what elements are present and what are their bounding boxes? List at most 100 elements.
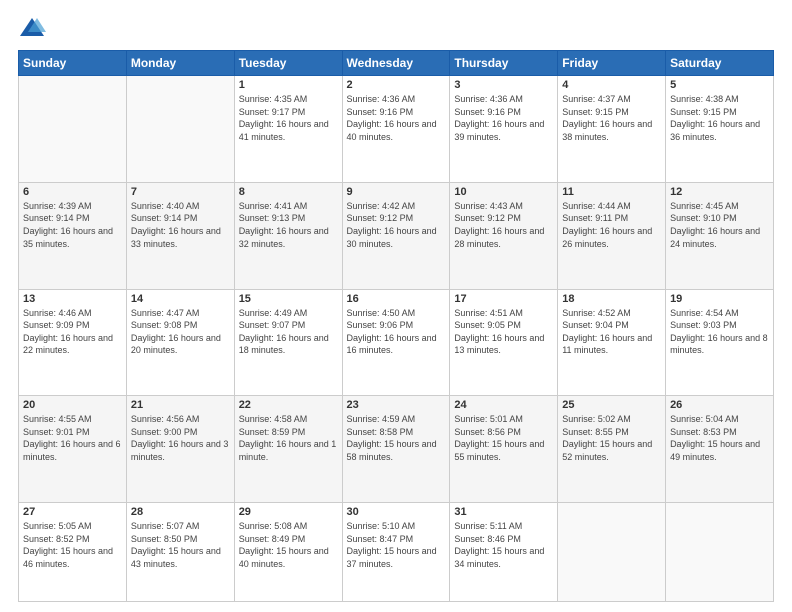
day-number: 31 (454, 506, 553, 518)
day-number: 13 (23, 293, 122, 305)
calendar-cell: 12 Sunrise: 4:45 AMSunset: 9:10 PMDayligh… (666, 182, 774, 289)
calendar-cell: 9 Sunrise: 4:42 AMSunset: 9:12 PMDaylight… (342, 182, 450, 289)
calendar-header-tuesday: Tuesday (234, 51, 342, 76)
day-info: Sunrise: 4:50 AMSunset: 9:06 PMDaylight:… (347, 307, 446, 357)
calendar-cell: 20Sunrise: 4:55 AMSunset: 9:01 PMDayligh… (19, 396, 127, 503)
day-info: Sunrise: 4:39 AMSunset: 9:14 PMDaylight:… (23, 200, 122, 250)
day-number: 9 (347, 186, 446, 198)
day-number: 16 (347, 293, 446, 305)
calendar-week-row: 13 Sunrise: 4:46 AMSunset: 9:09 PMDayligh… (19, 289, 774, 396)
day-info: Sunrise: 4:41 AMSunset: 9:13 PMDaylight:… (239, 200, 338, 250)
day-number: 14 (131, 293, 230, 305)
calendar-header-sunday: Sunday (19, 51, 127, 76)
day-number: 6 (23, 186, 122, 198)
calendar-cell: 7Sunrise: 4:40 AMSunset: 9:14 PMDaylight… (126, 182, 234, 289)
header (18, 14, 774, 42)
calendar-cell: 28Sunrise: 5:07 AMSunset: 8:50 PMDayligh… (126, 503, 234, 602)
day-number: 26 (670, 399, 769, 411)
calendar-cell: 24 Sunrise: 5:01 AMSunset: 8:56 PMDayligh… (450, 396, 558, 503)
day-info: Sunrise: 4:42 AMSunset: 9:12 PMDaylight:… (347, 200, 446, 250)
calendar-cell: 30 Sunrise: 5:10 AMSunset: 8:47 PMDayligh… (342, 503, 450, 602)
day-number: 2 (347, 79, 446, 91)
day-number: 4 (562, 79, 661, 91)
calendar-cell: 18 Sunrise: 4:52 AMSunset: 9:04 PMDayligh… (558, 289, 666, 396)
day-number: 23 (347, 399, 446, 411)
calendar-week-row: 20Sunrise: 4:55 AMSunset: 9:01 PMDayligh… (19, 396, 774, 503)
calendar-cell: 19 Sunrise: 4:54 AMSunset: 9:03 PMDayligh… (666, 289, 774, 396)
day-info: Sunrise: 4:47 AMSunset: 9:08 PMDaylight:… (131, 307, 230, 357)
calendar-cell: 16 Sunrise: 4:50 AMSunset: 9:06 PMDayligh… (342, 289, 450, 396)
calendar-cell: 26 Sunrise: 5:04 AMSunset: 8:53 PMDayligh… (666, 396, 774, 503)
calendar-cell (666, 503, 774, 602)
calendar-week-row: 6 Sunrise: 4:39 AMSunset: 9:14 PMDaylight… (19, 182, 774, 289)
calendar-cell: 5 Sunrise: 4:38 AMSunset: 9:15 PMDaylight… (666, 76, 774, 183)
day-number: 19 (670, 293, 769, 305)
calendar-cell: 8 Sunrise: 4:41 AMSunset: 9:13 PMDaylight… (234, 182, 342, 289)
calendar-table: SundayMondayTuesdayWednesdayThursdayFrid… (18, 50, 774, 602)
day-number: 5 (670, 79, 769, 91)
day-info: Sunrise: 4:54 AMSunset: 9:03 PMDaylight:… (670, 307, 769, 357)
day-info: Sunrise: 4:58 AMSunset: 8:59 PMDaylight:… (239, 413, 338, 463)
day-number: 17 (454, 293, 553, 305)
day-number: 24 (454, 399, 553, 411)
day-info: Sunrise: 5:04 AMSunset: 8:53 PMDaylight:… (670, 413, 769, 463)
day-info: Sunrise: 4:37 AMSunset: 9:15 PMDaylight:… (562, 93, 661, 143)
day-info: Sunrise: 4:59 AMSunset: 8:58 PMDaylight:… (347, 413, 446, 463)
calendar-cell: 22 Sunrise: 4:58 AMSunset: 8:59 PMDayligh… (234, 396, 342, 503)
calendar-cell: 15 Sunrise: 4:49 AMSunset: 9:07 PMDayligh… (234, 289, 342, 396)
day-info: Sunrise: 4:51 AMSunset: 9:05 PMDaylight:… (454, 307, 553, 357)
day-number: 29 (239, 506, 338, 518)
day-number: 8 (239, 186, 338, 198)
day-number: 25 (562, 399, 661, 411)
day-number: 27 (23, 506, 122, 518)
calendar-cell: 21Sunrise: 4:56 AMSunset: 9:00 PMDayligh… (126, 396, 234, 503)
day-info: Sunrise: 5:05 AMSunset: 8:52 PMDaylight:… (23, 520, 122, 570)
calendar-cell: 1 Sunrise: 4:35 AMSunset: 9:17 PMDaylight… (234, 76, 342, 183)
calendar-header-wednesday: Wednesday (342, 51, 450, 76)
day-number: 28 (131, 506, 230, 518)
day-info: Sunrise: 5:01 AMSunset: 8:56 PMDaylight:… (454, 413, 553, 463)
calendar-cell: 4 Sunrise: 4:37 AMSunset: 9:15 PMDaylight… (558, 76, 666, 183)
day-number: 18 (562, 293, 661, 305)
calendar-header-thursday: Thursday (450, 51, 558, 76)
day-info: Sunrise: 4:52 AMSunset: 9:04 PMDaylight:… (562, 307, 661, 357)
calendar-cell: 31 Sunrise: 5:11 AMSunset: 8:46 PMDayligh… (450, 503, 558, 602)
day-info: Sunrise: 5:02 AMSunset: 8:55 PMDaylight:… (562, 413, 661, 463)
day-info: Sunrise: 5:08 AMSunset: 8:49 PMDaylight:… (239, 520, 338, 570)
calendar-cell: 2Sunrise: 4:36 AMSunset: 9:16 PMDaylight… (342, 76, 450, 183)
page: SundayMondayTuesdayWednesdayThursdayFrid… (0, 0, 792, 612)
day-info: Sunrise: 4:46 AMSunset: 9:09 PMDaylight:… (23, 307, 122, 357)
logo (18, 14, 50, 42)
calendar-header-monday: Monday (126, 51, 234, 76)
day-info: Sunrise: 4:36 AMSunset: 9:16 PMDaylight:… (454, 93, 553, 143)
calendar-cell: 3 Sunrise: 4:36 AMSunset: 9:16 PMDaylight… (450, 76, 558, 183)
calendar-cell: 11 Sunrise: 4:44 AMSunset: 9:11 PMDayligh… (558, 182, 666, 289)
calendar-cell (19, 76, 127, 183)
calendar-header-saturday: Saturday (666, 51, 774, 76)
day-info: Sunrise: 4:43 AMSunset: 9:12 PMDaylight:… (454, 200, 553, 250)
day-number: 10 (454, 186, 553, 198)
day-info: Sunrise: 4:38 AMSunset: 9:15 PMDaylight:… (670, 93, 769, 143)
calendar-cell: 17 Sunrise: 4:51 AMSunset: 9:05 PMDayligh… (450, 289, 558, 396)
calendar-cell: 27 Sunrise: 5:05 AMSunset: 8:52 PMDayligh… (19, 503, 127, 602)
day-number: 30 (347, 506, 446, 518)
day-info: Sunrise: 4:45 AMSunset: 9:10 PMDaylight:… (670, 200, 769, 250)
day-number: 22 (239, 399, 338, 411)
calendar-cell: 25 Sunrise: 5:02 AMSunset: 8:55 PMDayligh… (558, 396, 666, 503)
day-info: Sunrise: 4:44 AMSunset: 9:11 PMDaylight:… (562, 200, 661, 250)
day-number: 21 (131, 399, 230, 411)
day-number: 12 (670, 186, 769, 198)
day-info: Sunrise: 4:49 AMSunset: 9:07 PMDaylight:… (239, 307, 338, 357)
day-info: Sunrise: 4:55 AMSunset: 9:01 PMDaylight:… (23, 413, 122, 463)
day-number: 15 (239, 293, 338, 305)
calendar-cell: 23 Sunrise: 4:59 AMSunset: 8:58 PMDayligh… (342, 396, 450, 503)
day-info: Sunrise: 5:11 AMSunset: 8:46 PMDaylight:… (454, 520, 553, 570)
day-info: Sunrise: 4:35 AMSunset: 9:17 PMDaylight:… (239, 93, 338, 143)
logo-icon (18, 14, 46, 42)
day-info: Sunrise: 5:10 AMSunset: 8:47 PMDaylight:… (347, 520, 446, 570)
day-number: 1 (239, 79, 338, 91)
calendar-cell: 13 Sunrise: 4:46 AMSunset: 9:09 PMDayligh… (19, 289, 127, 396)
calendar-cell: 29 Sunrise: 5:08 AMSunset: 8:49 PMDayligh… (234, 503, 342, 602)
day-number: 3 (454, 79, 553, 91)
day-number: 11 (562, 186, 661, 198)
